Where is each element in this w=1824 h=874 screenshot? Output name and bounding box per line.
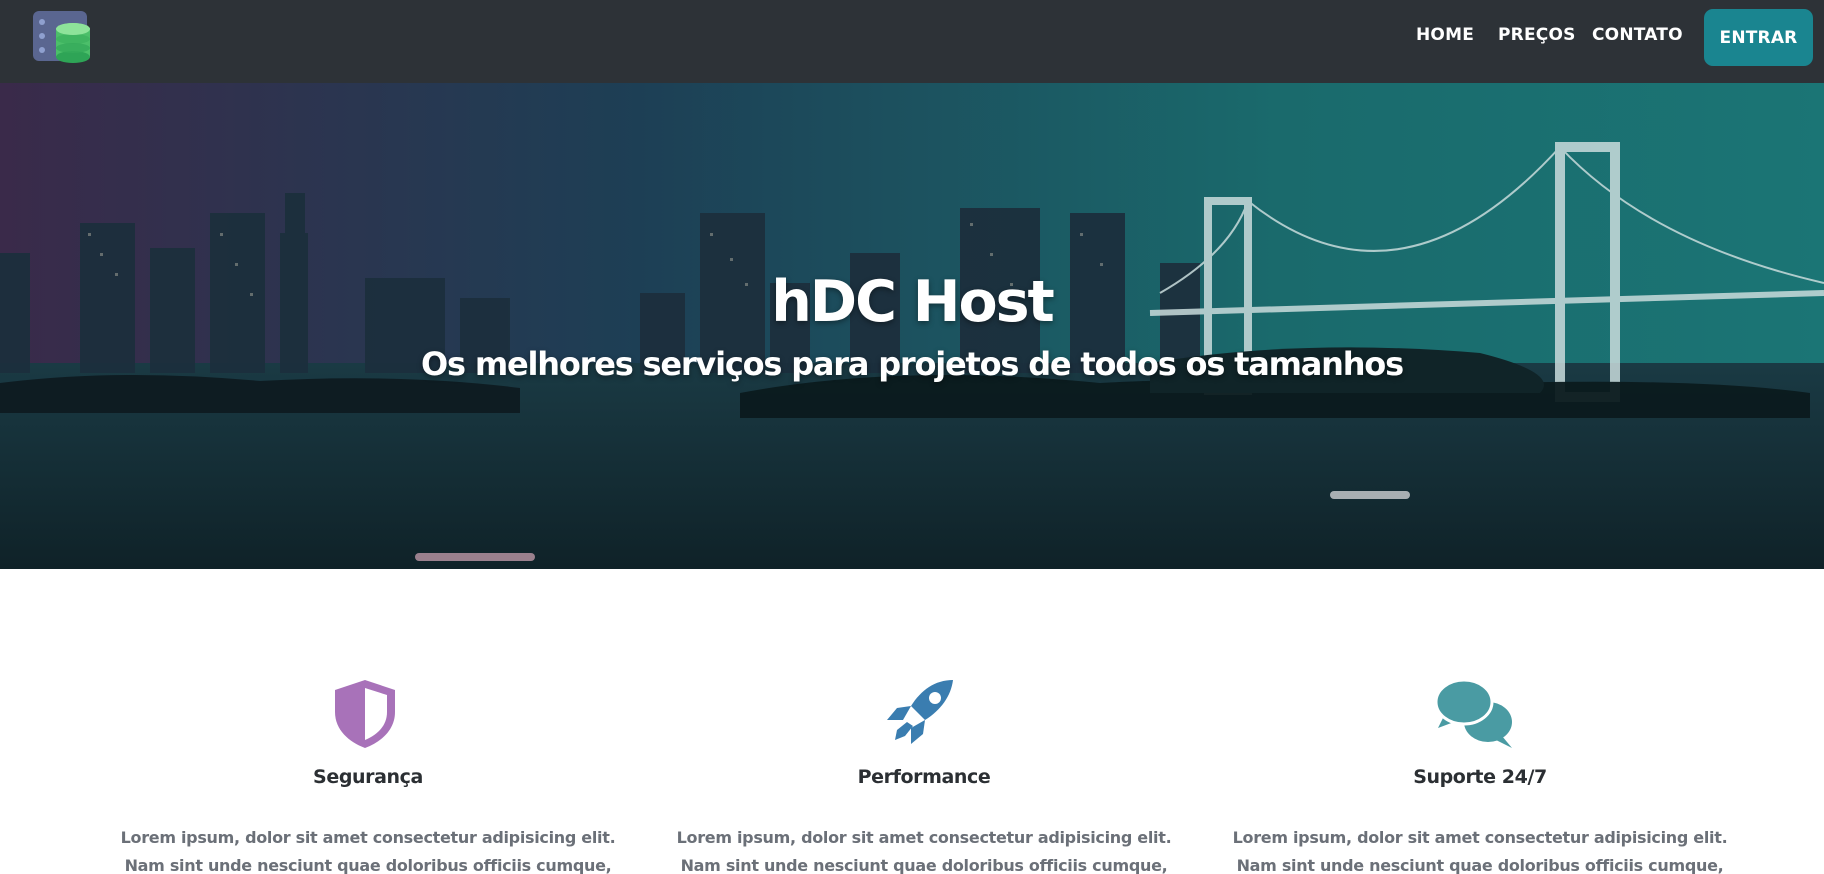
feature-text: Lorem ipsum, dolor sit amet consectetur … <box>676 828 1172 874</box>
nav-link-contato[interactable]: CONTATO <box>1592 25 1683 45</box>
shield-icon <box>333 678 413 750</box>
nav-link-home[interactable]: HOME <box>1416 25 1474 45</box>
nav-link-precos[interactable]: PREÇOS <box>1498 25 1576 45</box>
database-server-icon[interactable] <box>33 11 91 67</box>
feature-text: Lorem ipsum, dolor sit amet consectetur … <box>1232 828 1728 874</box>
chat-bubbles-icon <box>1434 678 1514 750</box>
feature-text: Lorem ipsum, dolor sit amet consectetur … <box>120 828 616 874</box>
hero-subtitle: Os melhores serviços para projetos de to… <box>421 345 1404 383</box>
feature-title: Performance <box>857 766 991 788</box>
feature-title: Segurança <box>313 766 423 788</box>
hero-title: hDC Host <box>771 269 1055 335</box>
feature-title: Suporte 24/7 <box>1413 766 1547 788</box>
navbar: HOME PREÇOS CONTATO ENTRAR <box>0 0 1824 83</box>
entrar-button[interactable]: ENTRAR <box>1704 9 1813 66</box>
rocket-icon <box>885 678 965 750</box>
hero-banner: hDC Host Os melhores serviços para proje… <box>0 83 1824 569</box>
